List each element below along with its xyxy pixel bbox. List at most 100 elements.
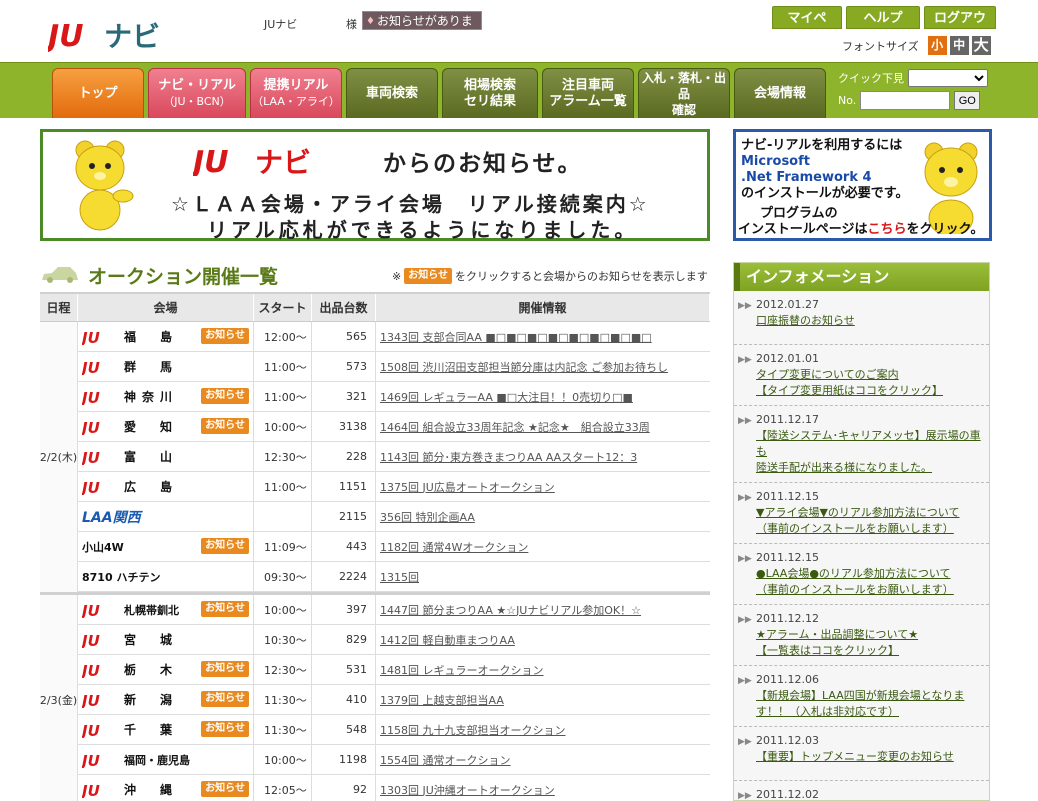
font-small-button[interactable]: 小 [927,36,947,55]
event-info-link[interactable]: 1464回 組合設立33周年記念 ★記念★ 組合設立33周 [380,419,650,435]
tab-partner-real[interactable]: 提携リアル （LAA・アライ） [250,68,342,118]
no-input[interactable] [860,91,951,110]
click-here-link[interactable]: こちら [867,222,906,237]
notice-badge[interactable]: お知らせ [201,720,249,737]
event-info: 1315回 [376,562,710,592]
venue-cell[interactable]: JU 宮 城 [78,624,254,655]
venue-cell[interactable]: JU 群 馬 [78,351,254,382]
svg-text:JU: JU [82,329,100,345]
event-info-link[interactable]: 1508回 渋川沼田支部担当節分庫は内記念 ご参加お待ちし [380,359,668,375]
dotnet-install-banner[interactable]: ナビ-リアルを利用するには Microsoft .Net Framework 4… [733,129,992,241]
event-info-link[interactable]: 1143回 節分･東方巻きまつりAA AAスタート12：3 [380,449,637,465]
event-info-link[interactable]: 1303回 JU沖縄オートオークション [380,782,555,798]
event-info-link[interactable]: 1182回 通常4Wオークション [380,539,528,555]
event-info-link[interactable]: 356回 特別企画AA [380,509,475,525]
event-info-link[interactable]: 1158回 九十九支部担当オークション [380,722,566,738]
table-row: JU 新 潟 お知らせ 11:30～ 410 1379回 上越支部担当AA [78,684,710,715]
logout-button[interactable]: ログアウト [924,6,996,49]
info-link[interactable]: ▼アライ会場▼のリアル参加方法について [756,506,959,519]
info-link[interactable]: 口座振替のお知らせ [756,314,855,327]
event-info-link[interactable]: 1447回 節分まつりAA ★☆JUナビリアル参加OK！☆ [380,602,641,618]
information-title: インフォメーション [734,263,989,291]
event-info-link[interactable]: 1412回 軽自動車まつりAA [380,632,515,648]
info-link[interactable]: 陸送手配が出来る様になりました。 [756,461,932,474]
notice-badge[interactable]: お知らせ [201,660,249,677]
notice-badge[interactable]: お知らせ [201,780,249,797]
notice-badge[interactable]: お知らせ [201,537,249,554]
notice-badge[interactable]: お知らせ [201,690,249,707]
tab-label: 注目車両 [561,77,614,93]
event-info-link[interactable]: 1469回 レギュラーAA ■□大注目！！0売切り□■ [380,389,633,405]
info-link[interactable]: タイプ変更についてのご案内 [756,368,899,381]
notice-badge[interactable]: お知らせ [201,387,249,404]
venue-cell[interactable]: JU 札幌帯釧北 お知らせ [78,594,254,625]
venue-cell[interactable]: 8710 ハチテン [78,561,254,592]
tab-market-search[interactable]: 相場検索 セリ結果 [442,68,538,118]
info-date: 2012.01.01 [756,352,819,365]
venue-cell[interactable]: JU 千 葉 お知らせ [78,714,254,745]
auction-list-title: オークション開催一覧 [88,266,279,288]
venue-cell[interactable]: JU 広 島 [78,471,254,502]
info-link[interactable]: （事前のインストールをお願いします） [756,583,954,596]
venue-cell[interactable]: JU 愛 知 お知らせ [78,411,254,442]
event-info-link[interactable]: 1481回 レギュラーオークション [380,662,544,678]
event-info-link[interactable]: 1343回 支部合同AA ■□■□■□■□■□■□■□■□ [380,329,652,345]
mypage-button[interactable]: マイページ [772,6,842,49]
junavi-logo[interactable]: JU ナビ [48,18,188,52]
col-info: 開催情報 [376,294,710,321]
info-link[interactable]: （事前のインストールをお願いします） [756,522,954,535]
side-banner-line-2: Microsoft [741,154,810,169]
rows: JU 札幌帯釧北 お知らせ 10:00～ 397 1447回 節分まつりAA ★☆JUナビ… [78,594,710,801]
venue-cell[interactable]: 小山4W お知らせ [78,531,254,562]
tab-vehicle-search[interactable]: 車両検索 [346,68,438,118]
venue-cell[interactable]: JU 栃 木 お知らせ [78,654,254,685]
info-link[interactable]: ★アラーム・出品調整について★ [756,628,918,641]
info-link[interactable]: 【新規会場】LAA四国が新規会場となりま [756,689,964,702]
svg-text:JU: JU [82,479,100,495]
tab-watch-vehicles[interactable]: 注目車両 アラーム一覧 [542,68,634,118]
event-info-link[interactable]: 1375回 JU広島オートオークション [380,479,555,495]
info-link[interactable]: す！！（入札は非対応です） [756,705,899,718]
info-link[interactable]: 【タイプ変更用紙はココをクリック】 [756,384,943,397]
venue-cell[interactable]: JU 富 山 [78,441,254,472]
notice-button[interactable]: ♦ お知らせがあります [362,11,482,47]
notice-badge[interactable]: お知らせ [201,417,249,434]
event-info: 1182回 通常4Wオークション [376,532,710,562]
help-button[interactable]: ヘルプ [846,6,920,29]
note-text: をクリックすると会場からのお知らせを表示します [455,270,708,283]
date-cell: 2/2 (木) [40,322,78,592]
info-link[interactable]: ●LAA会場●のリアル参加方法について [756,567,951,580]
info-link[interactable]: 【一覧表はココをクリック】 [756,644,899,657]
venue-cell[interactable]: JU 福 島 お知らせ [78,321,254,352]
font-medium-button[interactable]: 中 [949,36,969,55]
info-link[interactable]: 【陸送システム･キャリアメッセ】展示場の車も [756,429,981,458]
font-large-button[interactable]: 大 [971,36,991,55]
lot-count: 2224 [312,561,376,592]
side-banner-text: インストールページは [738,222,868,237]
venue-cell[interactable]: JU 新 潟 お知らせ [78,684,254,715]
side-banner-line-4: のインストールが必要です。 [741,186,909,201]
venue-cell[interactable]: JU 神奈川 お知らせ [78,381,254,412]
venue-cell[interactable]: LAA関西 [78,501,254,532]
event-info-link[interactable]: 1379回 上越支部担当AA [380,692,504,708]
event-info: 1143回 節分･東方巻きまつりAA AAスタート12：3 [376,442,710,472]
announcement-banner[interactable]: JU ナビ からのお知らせ。 ☆ＬＡＡ会場・アライ会場 リアル接続案内☆ リアル… [40,129,710,242]
go-button[interactable]: GO [954,91,981,110]
event-info-link[interactable]: 1554回 通常オークション [380,752,511,768]
event-info-link[interactable]: 1315回 [380,569,419,585]
svg-text:JU: JU [82,419,100,435]
info-link[interactable]: 【重要】トップメニュー変更のお知らせ [756,750,954,763]
tab-bid-confirm[interactable]: 入札・落札・出品 確認 [638,68,730,118]
quick-preview-select[interactable] [908,69,988,87]
tab-venue-info[interactable]: 会場情報 [734,68,826,118]
event-info: 356回 特別企画AA [376,502,710,532]
notice-badge[interactable]: お知らせ [201,327,249,344]
notice-badge[interactable]: お知らせ [201,600,249,617]
ju-logo-icon: JU [82,662,100,678]
venue-cell[interactable]: JU 福岡・鹿児島 [78,744,254,775]
venue-cell[interactable]: JU 沖 縄 お知らせ [78,774,254,801]
tab-top[interactable]: トップ [52,68,144,118]
venue-name: 福岡・鹿児島 [124,753,190,767]
info-item: ▶▶2011.12.02【アライ会場】落札料改定のお知らせ [734,781,989,801]
tab-navi-real[interactable]: ナビ・リアル （JU・BCN） [148,68,246,118]
